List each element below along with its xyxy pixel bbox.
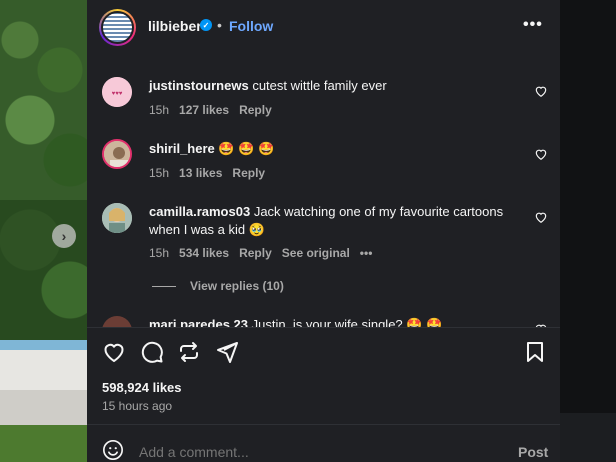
- author-username[interactable]: lilbieber: [148, 18, 202, 34]
- post-header: lilbieber ✓ • Follow •••: [87, 0, 560, 55]
- comment-text: Justin, is your wife single? 🤩 🤩: [251, 317, 443, 327]
- post-comment-button[interactable]: Post: [518, 444, 548, 460]
- separator-dot: •: [217, 17, 222, 33]
- avatar[interactable]: [102, 316, 132, 327]
- comment-text: cutest wittle family ever: [252, 78, 387, 93]
- follow-button[interactable]: Follow: [229, 18, 273, 34]
- post-photo: ›: [0, 0, 87, 462]
- share-send-icon[interactable]: [215, 340, 239, 364]
- comment: shiril_here 🤩 🤩 🤩 15h 13 likes Reply: [87, 137, 560, 187]
- svg-text:♥♥♥: ♥♥♥: [112, 91, 123, 97]
- comment-input[interactable]: [139, 444, 459, 460]
- like-heart-icon[interactable]: [102, 340, 126, 364]
- comment-username[interactable]: mari.paredes.23: [149, 317, 248, 327]
- more-options-icon[interactable]: •••: [523, 16, 543, 34]
- comment-username[interactable]: camilla.ramos03: [149, 204, 250, 219]
- comment-username[interactable]: justinstournews: [149, 78, 249, 93]
- like-comment-heart-icon[interactable]: [534, 84, 548, 98]
- avatar[interactable]: [99, 9, 136, 46]
- chevron-right-icon: ›: [61, 228, 67, 244]
- comment-likes[interactable]: 534 likes: [179, 246, 229, 260]
- comment-likes[interactable]: 13 likes: [179, 166, 222, 180]
- reply-button[interactable]: Reply: [232, 166, 265, 180]
- verified-badge-icon: ✓: [200, 19, 212, 31]
- reply-button[interactable]: Reply: [239, 103, 272, 117]
- comment: camilla.ramos03 Jack watching one of my …: [87, 201, 560, 301]
- comment-time: 15h: [149, 103, 170, 117]
- comment-time: 15h: [149, 166, 170, 180]
- like-comment-heart-icon[interactable]: [534, 147, 548, 161]
- comment-composer: Post: [87, 424, 560, 462]
- post-side-panel: lilbieber ✓ • Follow ••• ♥♥♥ justinstour…: [87, 0, 560, 462]
- repost-icon[interactable]: [177, 340, 201, 364]
- instagram-post-viewer: › lilbieber ✓ • Follow ••• ♥♥♥ justinsto…: [0, 0, 616, 462]
- avatar[interactable]: ♥♥♥: [102, 77, 132, 107]
- comment: mari.paredes.23 Justin, is your wife sin…: [87, 316, 560, 327]
- view-replies-button[interactable]: View replies (10): [152, 279, 284, 293]
- post-actions: [87, 327, 560, 377]
- comment: ♥♥♥ justinstournews cutest wittle family…: [87, 75, 560, 125]
- comment-likes[interactable]: 127 likes: [179, 103, 229, 117]
- save-bookmark-icon[interactable]: [523, 340, 547, 364]
- comments-list[interactable]: ♥♥♥ justinstournews cutest wittle family…: [87, 55, 560, 327]
- next-photo-button[interactable]: ›: [52, 224, 76, 248]
- emoji-picker-icon[interactable]: [102, 439, 124, 461]
- like-comment-heart-icon[interactable]: [534, 210, 548, 224]
- view-replies-label: View replies (10): [190, 279, 284, 293]
- avatar[interactable]: [102, 203, 132, 233]
- comment-time: 15h: [149, 246, 170, 260]
- reply-button[interactable]: Reply: [239, 246, 272, 260]
- see-original-button[interactable]: See original: [282, 246, 350, 260]
- avatar[interactable]: [102, 139, 132, 169]
- comment-username[interactable]: shiril_here: [149, 141, 215, 156]
- post-likes-count[interactable]: 598,924 likes: [102, 380, 182, 395]
- comment-options-icon[interactable]: •••: [360, 246, 373, 260]
- comment-bubble-icon[interactable]: [140, 340, 164, 364]
- comment-text: 🤩 🤩 🤩: [218, 141, 275, 156]
- post-timestamp: 15 hours ago: [102, 399, 173, 413]
